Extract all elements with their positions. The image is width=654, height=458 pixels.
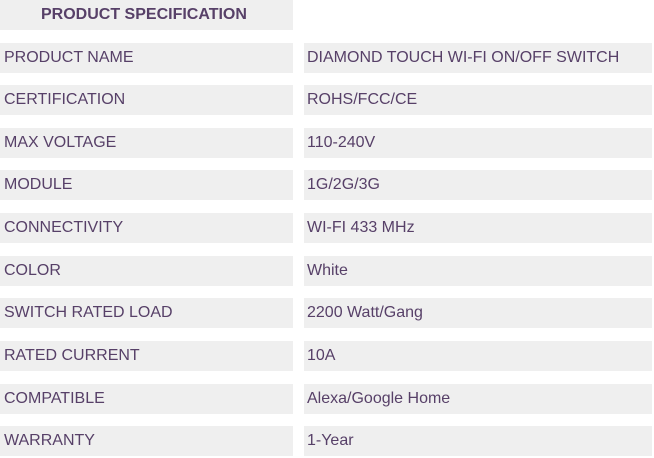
spec-row-switch-rated-load: SWITCH RATED LOAD 2200 Watt/Gang bbox=[0, 298, 654, 328]
spec-label: CONNECTIVITY bbox=[0, 213, 293, 243]
spec-label: PRODUCT NAME bbox=[0, 43, 293, 73]
spec-value: White bbox=[304, 256, 652, 286]
spec-value: Alexa/Google Home bbox=[304, 384, 652, 414]
spec-label: WARRANTY bbox=[0, 426, 293, 456]
spec-row-warranty: WARRANTY 1-Year bbox=[0, 426, 654, 456]
spec-value: 10A bbox=[304, 341, 652, 371]
spec-row-module: MODULE 1G/2G/3G bbox=[0, 170, 654, 200]
spec-value: ROHS/FCC/CE bbox=[304, 85, 652, 115]
spec-value: 1G/2G/3G bbox=[304, 170, 652, 200]
spec-table-title-text: PRODUCT SPECIFICATION bbox=[41, 6, 247, 23]
spec-value: 2200 Watt/Gang bbox=[304, 298, 652, 328]
spec-value: DIAMOND TOUCH WI-FI ON/OFF SWITCH bbox=[304, 43, 652, 73]
spec-row-connectivity: CONNECTIVITY WI-FI 433 MHz bbox=[0, 213, 654, 243]
spec-value: 1-Year bbox=[304, 426, 652, 456]
spec-label: RATED CURRENT bbox=[0, 341, 293, 371]
spec-label: COLOR bbox=[0, 256, 293, 286]
spec-label: MODULE bbox=[0, 170, 293, 200]
spec-row-product-name: PRODUCT NAME DIAMOND TOUCH WI-FI ON/OFF … bbox=[0, 43, 654, 73]
spec-row-max-voltage: MAX VOLTAGE 110-240V bbox=[0, 128, 654, 158]
spec-label: CERTIFICATION bbox=[0, 85, 293, 115]
spec-row-color: COLOR White bbox=[0, 256, 654, 286]
spec-label: COMPATIBLE bbox=[0, 384, 293, 414]
spec-label: MAX VOLTAGE bbox=[0, 128, 293, 158]
spec-table-title: PRODUCT SPECIFICATION bbox=[0, 0, 293, 30]
spec-row-rated-current: RATED CURRENT 10A bbox=[0, 341, 654, 371]
spec-label: SWITCH RATED LOAD bbox=[0, 298, 293, 328]
spec-row-compatible: COMPATIBLE Alexa/Google Home bbox=[0, 384, 654, 414]
spec-row-certification: CERTIFICATION ROHS/FCC/CE bbox=[0, 85, 654, 115]
spec-value: 110-240V bbox=[304, 128, 652, 158]
spec-value: WI-FI 433 MHz bbox=[304, 213, 652, 243]
